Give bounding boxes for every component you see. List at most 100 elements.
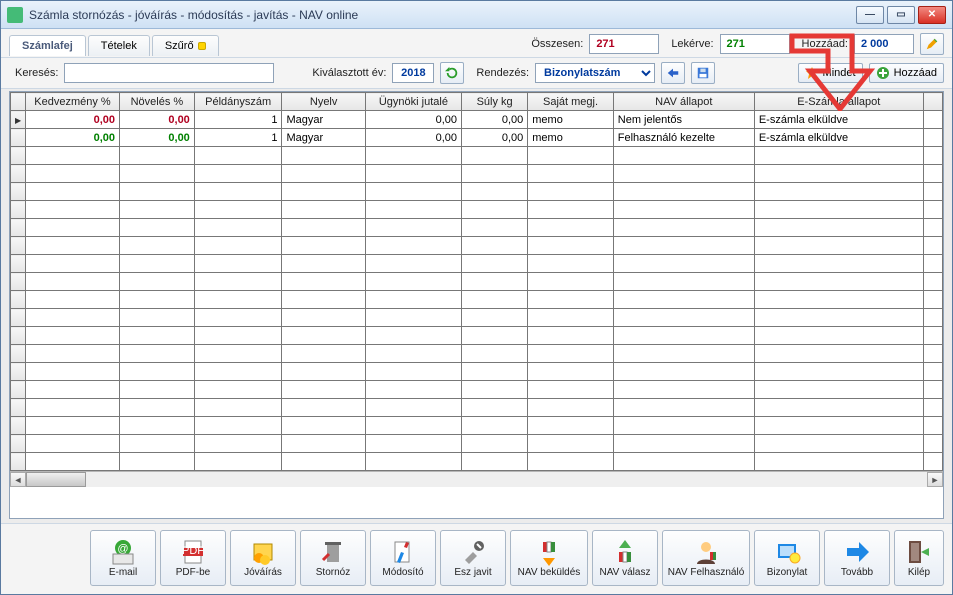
grid-cell[interactable] <box>528 327 614 345</box>
grid-cell[interactable] <box>462 417 528 435</box>
grid-cell[interactable] <box>365 255 461 273</box>
horizontal-scrollbar[interactable]: ◄ ► <box>10 471 943 487</box>
table-row[interactable] <box>11 183 943 201</box>
grid-cell[interactable] <box>25 417 119 435</box>
col-nyelv[interactable]: Nyelv <box>282 93 365 111</box>
row-header[interactable] <box>11 183 26 201</box>
jovairas-button[interactable]: Jóváírás <box>230 530 296 586</box>
print-preview-button[interactable] <box>661 62 685 84</box>
grid-cell[interactable] <box>194 417 282 435</box>
grid-cell[interactable] <box>528 363 614 381</box>
grid-cell[interactable] <box>194 399 282 417</box>
table-row[interactable] <box>11 345 943 363</box>
row-header[interactable] <box>11 201 26 219</box>
grid-cell[interactable] <box>613 219 754 237</box>
grid-cell[interactable] <box>282 255 365 273</box>
grid-cell[interactable] <box>194 237 282 255</box>
grid-cell[interactable] <box>120 255 195 273</box>
grid-cell[interactable]: 0,00 <box>25 111 119 129</box>
grid-cell[interactable] <box>365 309 461 327</box>
hozzaad-button[interactable]: Hozzáad <box>869 63 944 83</box>
minimize-button[interactable]: — <box>856 6 884 24</box>
grid-cell[interactable] <box>25 381 119 399</box>
grid-cell[interactable] <box>282 273 365 291</box>
grid-cell[interactable] <box>120 183 195 201</box>
bizonylat-button[interactable]: Bizonylat <box>754 530 820 586</box>
grid-cell[interactable] <box>120 273 195 291</box>
grid-cell[interactable] <box>194 345 282 363</box>
grid-cell[interactable]: Felhasználó kezelte <box>613 129 754 147</box>
grid-cell[interactable] <box>613 237 754 255</box>
grid-cell[interactable] <box>120 147 195 165</box>
table-row[interactable] <box>11 147 943 165</box>
grid-cell[interactable] <box>528 381 614 399</box>
grid-cell[interactable] <box>754 309 923 327</box>
grid-cell[interactable] <box>923 273 942 291</box>
grid-cell[interactable] <box>282 399 365 417</box>
table-row[interactable]: 0,000,001Magyar0,000,00memoNem jelentősE… <box>11 111 943 129</box>
grid-cell[interactable] <box>923 417 942 435</box>
grid-cell[interactable] <box>120 345 195 363</box>
grid-cell[interactable] <box>25 291 119 309</box>
tab-tetelek[interactable]: Tételek <box>88 35 150 56</box>
grid-cell[interactable] <box>25 201 119 219</box>
col-megjegyzes[interactable]: Saját megj. <box>528 93 614 111</box>
grid-cell[interactable] <box>754 399 923 417</box>
grid-cell[interactable] <box>754 165 923 183</box>
grid-cell[interactable] <box>282 237 365 255</box>
grid-cell[interactable] <box>923 219 942 237</box>
grid-cell[interactable] <box>613 147 754 165</box>
scroll-left-icon[interactable]: ◄ <box>10 472 26 487</box>
row-header[interactable] <box>11 273 26 291</box>
grid-cell[interactable] <box>613 201 754 219</box>
grid-cell[interactable] <box>194 435 282 453</box>
table-row[interactable] <box>11 255 943 273</box>
grid-cell[interactable] <box>528 417 614 435</box>
grid-cell[interactable] <box>25 453 119 471</box>
table-row[interactable] <box>11 219 943 237</box>
grid-cell[interactable] <box>194 147 282 165</box>
tovabb-button[interactable]: Tovább <box>824 530 890 586</box>
grid-cell[interactable] <box>923 309 942 327</box>
nav-bekuldes-button[interactable]: NAV beküldés <box>510 530 588 586</box>
grid-cell[interactable] <box>282 435 365 453</box>
grid-cell[interactable] <box>282 417 365 435</box>
grid-cell[interactable] <box>528 273 614 291</box>
grid-cell[interactable] <box>282 147 365 165</box>
grid-cell[interactable] <box>923 201 942 219</box>
grid-cell[interactable] <box>282 201 365 219</box>
grid-cell[interactable] <box>365 399 461 417</box>
grid-cell[interactable] <box>754 381 923 399</box>
grid-cell[interactable] <box>365 201 461 219</box>
stornoz-button[interactable]: Stornóz <box>300 530 366 586</box>
grid-cell[interactable] <box>923 327 942 345</box>
grid-cell[interactable] <box>282 453 365 471</box>
col-noveles[interactable]: Növelés % <box>120 93 195 111</box>
grid-table[interactable]: Kedvezmény % Növelés % Példányszám Nyelv… <box>10 92 943 471</box>
row-header[interactable] <box>11 219 26 237</box>
kilep-button[interactable]: Kilép <box>894 530 944 586</box>
grid-cell[interactable] <box>365 363 461 381</box>
grid-cell[interactable]: Magyar <box>282 111 365 129</box>
modosito-button[interactable]: Módosító <box>370 530 436 586</box>
grid-cell[interactable] <box>194 453 282 471</box>
grid-cell[interactable] <box>754 435 923 453</box>
grid-cell[interactable]: 0,00 <box>120 129 195 147</box>
grid-cell[interactable] <box>613 291 754 309</box>
grid-cell[interactable]: memo <box>528 129 614 147</box>
grid-cell[interactable] <box>462 327 528 345</box>
col-eszamla-allapot[interactable]: E-Számla állapot <box>754 93 923 111</box>
grid-cell[interactable] <box>528 219 614 237</box>
sort-select[interactable]: Bizonylatszám <box>535 63 655 83</box>
col-suly[interactable]: Súly kg <box>462 93 528 111</box>
grid-cell[interactable] <box>528 147 614 165</box>
grid-cell[interactable] <box>528 255 614 273</box>
grid-cell[interactable] <box>365 345 461 363</box>
grid-cell[interactable] <box>194 291 282 309</box>
tab-szamlafej[interactable]: Számlafej <box>9 35 86 56</box>
grid-cell[interactable] <box>194 363 282 381</box>
grid-cell[interactable] <box>754 453 923 471</box>
grid-cell[interactable] <box>120 453 195 471</box>
grid-cell[interactable] <box>25 363 119 381</box>
grid-cell[interactable] <box>462 219 528 237</box>
